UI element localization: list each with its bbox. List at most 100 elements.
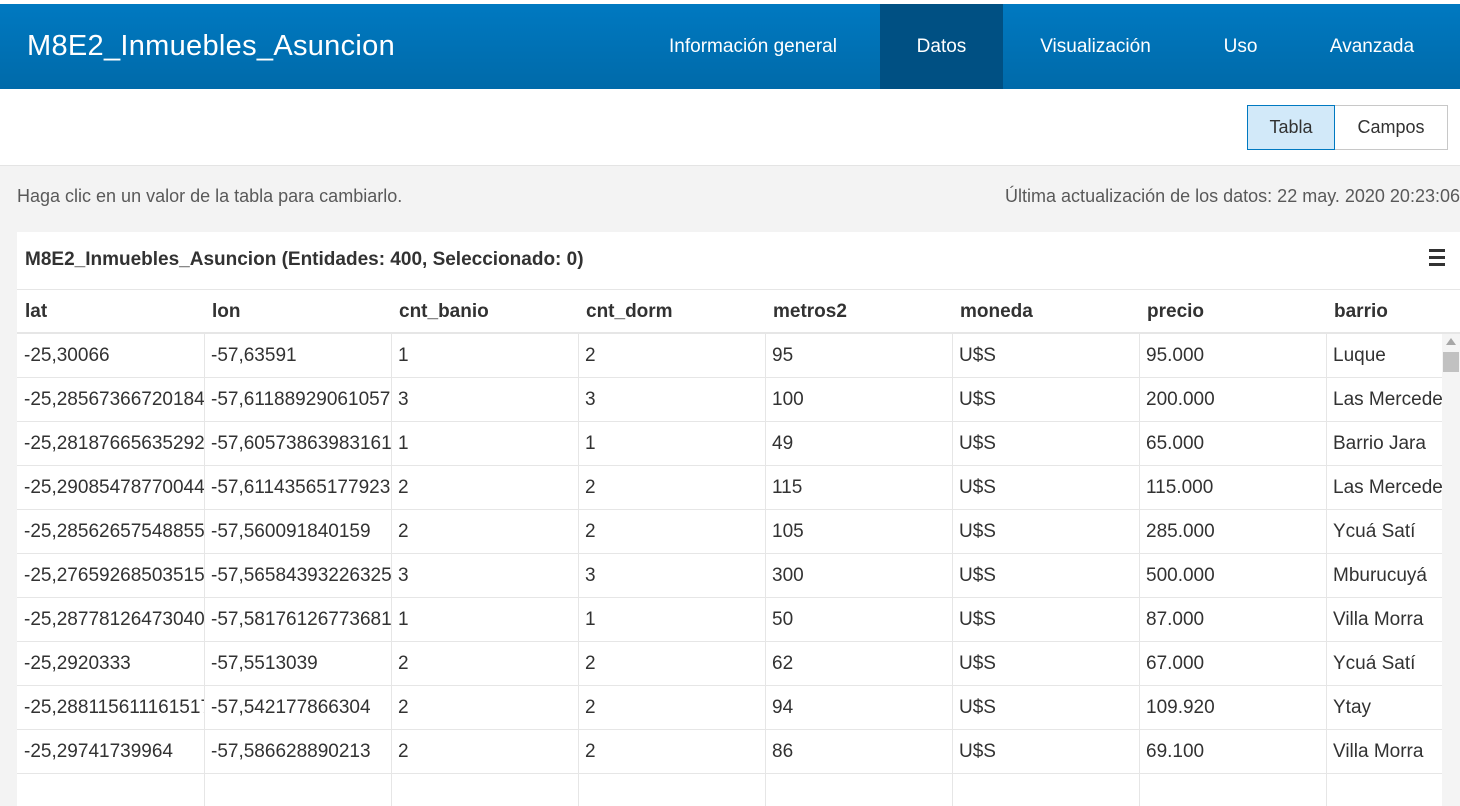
table-row[interactable]: -25,285673667201847 -57,611889290610576 3 3… — [17, 378, 1442, 422]
cell-cnt-dorm[interactable]: 2 — [578, 334, 765, 377]
table-row[interactable]: -25,287781264730405 -57,581761267736816 1 1… — [17, 598, 1442, 642]
cell-cnt-dorm[interactable]: 1 — [578, 422, 765, 465]
table-row[interactable]: -25,288115611161517 -57,542177866304 2 2 94 U… — [17, 686, 1442, 730]
cell-metros2[interactable]: 300 — [765, 554, 952, 597]
column-header-lat[interactable]: lat — [17, 291, 204, 332]
cell-precio[interactable]: 500.000 — [1139, 554, 1326, 597]
cell-cnt-dorm[interactable]: 2 — [578, 730, 765, 773]
cell-barrio[interactable]: Villa Morra — [1326, 730, 1442, 773]
tab-uso[interactable]: Uso — [1198, 4, 1283, 89]
cell-precio[interactable]: 109.920 — [1139, 686, 1326, 729]
cell-metros2[interactable]: 62 — [765, 642, 952, 685]
cell-cnt-dorm[interactable]: 3 — [578, 378, 765, 421]
cell-lat[interactable]: -25,285626575488554 — [17, 510, 204, 553]
scrollbar-thumb[interactable] — [1443, 352, 1459, 372]
tab-informacion-general[interactable]: Información general — [641, 4, 865, 89]
cell-lat[interactable]: -25,276592685035157 — [17, 554, 204, 597]
table-row[interactable]: -25,30066 -57,63591 1 2 95 U$S 95.000 Luque — [17, 334, 1442, 378]
column-header-lon[interactable]: lon — [204, 291, 391, 332]
cell-lat[interactable]: -25,285673667201847 — [17, 378, 204, 421]
cell-moneda[interactable]: U$S — [952, 730, 1139, 773]
tabla-view-button[interactable]: Tabla — [1247, 105, 1335, 150]
column-header-cnt-banio[interactable]: cnt_banio — [391, 291, 578, 332]
cell-precio[interactable]: 69.100 — [1139, 730, 1326, 773]
cell-lon[interactable]: -57,63591 — [204, 334, 391, 377]
table-row[interactable]: -25,290854787700444 -57,611435651779236 2 2… — [17, 466, 1442, 510]
cell-moneda[interactable]: U$S — [952, 686, 1139, 729]
cell-moneda[interactable]: U$S — [952, 510, 1139, 553]
campos-view-button[interactable]: Campos — [1334, 105, 1448, 150]
cell-barrio[interactable]: Ycuá Satí — [1326, 642, 1442, 685]
cell-lon[interactable]: -57,611889290610576 — [204, 378, 391, 421]
cell-metros2[interactable]: 86 — [765, 730, 952, 773]
column-header-cnt-dorm[interactable]: cnt_dorm — [578, 291, 765, 332]
cell-moneda[interactable]: U$S — [952, 642, 1139, 685]
cell-precio[interactable]: 87.000 — [1139, 598, 1326, 641]
cell-lon[interactable]: -57,605738639831614 — [204, 422, 391, 465]
cell-precio[interactable]: 200.000 — [1139, 378, 1326, 421]
cell-barrio[interactable]: Villa Morra — [1326, 598, 1442, 641]
tab-avanzada[interactable]: Avanzada — [1310, 4, 1434, 89]
cell-lon[interactable]: -57,611435651779236 — [204, 466, 391, 509]
cell-cnt-banio[interactable]: 2 — [391, 642, 578, 685]
table-row[interactable]: -25,281876656352925 -57,605738639831614 1 1… — [17, 422, 1442, 466]
cell-cnt-banio[interactable]: 1 — [391, 598, 578, 641]
cell-barrio[interactable]: Las Mercedes — [1326, 378, 1442, 421]
cell-lon[interactable]: -57,5513039 — [204, 642, 391, 685]
hamburger-menu-icon[interactable] — [1429, 249, 1447, 267]
cell-moneda[interactable]: U$S — [952, 554, 1139, 597]
cell-cnt-banio[interactable]: 2 — [391, 686, 578, 729]
cell-metros2[interactable]: 94 — [765, 686, 952, 729]
column-header-barrio[interactable]: barrio — [1326, 291, 1442, 332]
tab-datos[interactable]: Datos — [880, 4, 1003, 89]
column-header-precio[interactable]: precio — [1139, 291, 1326, 332]
cell-barrio[interactable]: Barrio Jara — [1326, 422, 1442, 465]
cell-metros2[interactable]: 105 — [765, 510, 952, 553]
cell-moneda[interactable]: U$S — [952, 378, 1139, 421]
cell-cnt-dorm[interactable]: 3 — [578, 554, 765, 597]
cell-cnt-dorm[interactable]: 2 — [578, 642, 765, 685]
cell-precio[interactable]: 285.000 — [1139, 510, 1326, 553]
table-row[interactable]: -25,285626575488554 -57,560091840159 2 2 105… — [17, 510, 1442, 554]
vertical-scrollbar[interactable] — [1442, 334, 1460, 806]
cell-cnt-banio[interactable]: 2 — [391, 730, 578, 773]
cell-lat[interactable]: -25,288115611161517 — [17, 686, 204, 729]
cell-moneda[interactable]: U$S — [952, 422, 1139, 465]
table-row[interactable]: -25,2920333 -57,5513039 2 2 62 U$S 67.000 Ycuá … — [17, 642, 1442, 686]
cell-barrio[interactable]: Las Mercedes — [1326, 466, 1442, 509]
column-header-moneda[interactable]: moneda — [952, 291, 1139, 332]
cell-lon[interactable]: -57,581761267736816 — [204, 598, 391, 641]
cell-barrio[interactable]: Ycuá Satí — [1326, 510, 1442, 553]
cell-precio[interactable]: 115.000 — [1139, 466, 1326, 509]
cell-lon[interactable]: -57,542177866304 — [204, 686, 391, 729]
cell-lat[interactable]: -25,287781264730405 — [17, 598, 204, 641]
cell-metros2[interactable]: 95 — [765, 334, 952, 377]
cell-lat[interactable]: -25,30066 — [17, 334, 204, 377]
cell-metros2[interactable]: 100 — [765, 378, 952, 421]
cell-lon[interactable]: -57,586628890213 — [204, 730, 391, 773]
cell-moneda[interactable]: U$S — [952, 466, 1139, 509]
cell-metros2[interactable]: 115 — [765, 466, 952, 509]
cell-lon[interactable]: -57,560091840159 — [204, 510, 391, 553]
scroll-up-arrow-icon[interactable] — [1446, 338, 1456, 345]
cell-barrio[interactable]: Mburucuyá — [1326, 554, 1442, 597]
cell-cnt-dorm[interactable]: 2 — [578, 510, 765, 553]
cell-cnt-banio[interactable]: 2 — [391, 510, 578, 553]
cell-lat[interactable]: -25,29741739964 — [17, 730, 204, 773]
table-row[interactable]: -25,29741739964 -57,586628890213 2 2 86 U$S 69… — [17, 730, 1442, 774]
cell-cnt-banio[interactable]: 3 — [391, 554, 578, 597]
cell-cnt-banio[interactable]: 3 — [391, 378, 578, 421]
cell-precio[interactable]: 95.000 — [1139, 334, 1326, 377]
cell-moneda[interactable]: U$S — [952, 598, 1139, 641]
cell-lat[interactable]: -25,290854787700444 — [17, 466, 204, 509]
cell-cnt-banio[interactable]: 1 — [391, 422, 578, 465]
table-row[interactable]: -25,276592685035157 -57,565843932263255 3 3… — [17, 554, 1442, 598]
column-header-metros2[interactable]: metros2 — [765, 291, 952, 332]
cell-cnt-dorm[interactable]: 1 — [578, 598, 765, 641]
cell-barrio[interactable]: Ytay — [1326, 686, 1442, 729]
cell-barrio[interactable]: Luque — [1326, 334, 1442, 377]
tab-visualizacion[interactable]: Visualización — [1018, 4, 1173, 89]
cell-lon[interactable]: -57,565843932263255 — [204, 554, 391, 597]
cell-cnt-dorm[interactable]: 2 — [578, 686, 765, 729]
cell-cnt-banio[interactable]: 2 — [391, 466, 578, 509]
